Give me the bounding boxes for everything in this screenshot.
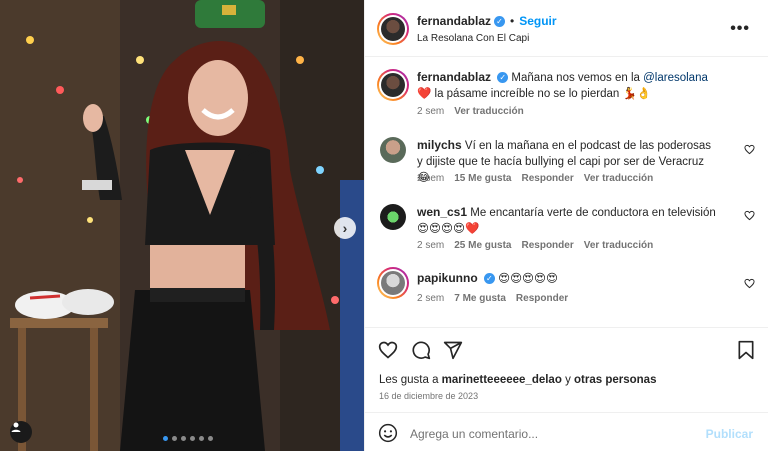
carousel-dot — [208, 436, 213, 441]
caption-time[interactable]: 2 sem — [417, 106, 444, 117]
likes-first-user[interactable]: marinetteeeeee_delao — [442, 374, 562, 386]
comment-time[interactable]: 2 sem — [417, 293, 444, 304]
comment-meta: 2 sem 25 Me gusta Responder Ver traducci… — [417, 240, 653, 251]
verified-icon: ✓ — [483, 273, 495, 285]
caption-text-post: ❤️ la pásame increíble no se lo pierdan … — [417, 88, 652, 100]
heart-icon[interactable] — [378, 340, 398, 360]
comment-meta: 2 sem 15 Me gusta Responder Ver traducci… — [417, 173, 653, 184]
comment-likes[interactable]: 7 Me gusta — [454, 293, 506, 304]
caption-translate[interactable]: Ver traducción — [454, 106, 523, 117]
likes-summary: Les gusta a marinetteeeeee_delao y otras… — [379, 374, 656, 386]
emoji-icon[interactable] — [378, 423, 398, 443]
comment-translate[interactable]: Ver traducción — [584, 240, 653, 251]
caption-text-pre: Mañana nos vemos en la — [511, 72, 640, 84]
carousel-dot — [172, 436, 177, 441]
caption: fernandablaz ✓ Mañana nos vemos en la @l… — [417, 69, 717, 102]
caption-author[interactable]: fernandablaz — [417, 70, 491, 84]
user-tag-icon — [11, 422, 21, 432]
carousel-dot — [199, 436, 204, 441]
comment-meta: 2 sem 7 Me gusta Responder — [417, 293, 568, 304]
comment-input[interactable]: Agrega un comentario... — [410, 427, 538, 441]
comment-item: wen_cs1 Me encantaría verte de conductor… — [417, 204, 717, 237]
likes-prefix: Les gusta a — [379, 374, 439, 386]
carousel-next-button[interactable]: › — [334, 217, 356, 239]
caption-mention[interactable]: @laresolana — [643, 72, 708, 84]
comment-username[interactable]: papikunno — [417, 271, 478, 285]
comment-like-heart-icon[interactable] — [744, 210, 755, 221]
publish-button[interactable]: Publicar — [706, 427, 753, 441]
chevron-right-icon: › — [342, 220, 348, 236]
caption-author-avatar[interactable] — [377, 69, 409, 101]
comment-username[interactable]: wen_cs1 — [417, 205, 467, 219]
post-photo[interactable]: › — [0, 0, 364, 451]
comment-avatar[interactable] — [380, 204, 406, 230]
header-separator: • — [510, 14, 515, 28]
comments-list: fernandablaz ✓ Mañana nos vemos en la @l… — [365, 57, 768, 327]
post-date[interactable]: 16 de diciembre de 2023 — [379, 391, 478, 401]
likes-others-link[interactable]: otras personas — [574, 374, 656, 386]
author-avatar[interactable] — [377, 13, 409, 45]
comment-like-heart-icon[interactable] — [744, 278, 755, 289]
comment-text: 😍😍😍😍😍 — [498, 273, 559, 285]
comment-likes[interactable]: 25 Me gusta — [454, 240, 511, 251]
post-actions: Les gusta a marinetteeeeee_delao y otras… — [365, 327, 768, 412]
photo-illustration — [0, 0, 364, 451]
author-username[interactable]: fernandablaz — [417, 14, 491, 28]
comment-translate[interactable]: Ver traducción — [584, 173, 653, 184]
carousel-indicator — [163, 436, 213, 441]
comment-like-heart-icon[interactable] — [744, 144, 755, 155]
post-location[interactable]: La Resolana Con El Capi — [417, 33, 529, 44]
caption-meta: 2 sem Ver traducción — [417, 106, 524, 117]
likes-mid: y — [565, 374, 571, 386]
post-side-panel: fernandablaz ✓ • Seguir La Resolana Con … — [364, 0, 768, 451]
comment-username[interactable]: milychs — [417, 138, 462, 152]
bookmark-icon[interactable] — [737, 340, 755, 360]
comment-reply-button[interactable]: Responder — [521, 240, 573, 251]
follow-button[interactable]: Seguir — [519, 14, 556, 28]
comment-reply-button[interactable]: Responder — [521, 173, 573, 184]
comment-composer: Agrega un comentario... Publicar — [365, 412, 768, 451]
more-icon[interactable]: ••• — [730, 20, 750, 38]
comment-item: papikunno ✓ 😍😍😍😍😍 — [417, 270, 717, 287]
comment-likes[interactable]: 15 Me gusta — [454, 173, 511, 184]
share-icon[interactable] — [443, 340, 463, 360]
comment-reply-button[interactable]: Responder — [516, 293, 568, 304]
tagged-users-button[interactable] — [10, 421, 32, 443]
verified-icon: ✓ — [494, 15, 506, 27]
comment-time[interactable]: 2 sem — [417, 173, 444, 184]
carousel-dot — [181, 436, 186, 441]
carousel-dot — [163, 436, 168, 441]
comment-avatar[interactable] — [377, 267, 409, 299]
post-header: fernandablaz ✓ • Seguir La Resolana Con … — [365, 0, 768, 57]
comment-avatar[interactable] — [380, 137, 406, 163]
carousel-dot — [190, 436, 195, 441]
comment-icon[interactable] — [411, 340, 431, 360]
verified-icon: ✓ — [497, 72, 509, 84]
comment-time[interactable]: 2 sem — [417, 240, 444, 251]
